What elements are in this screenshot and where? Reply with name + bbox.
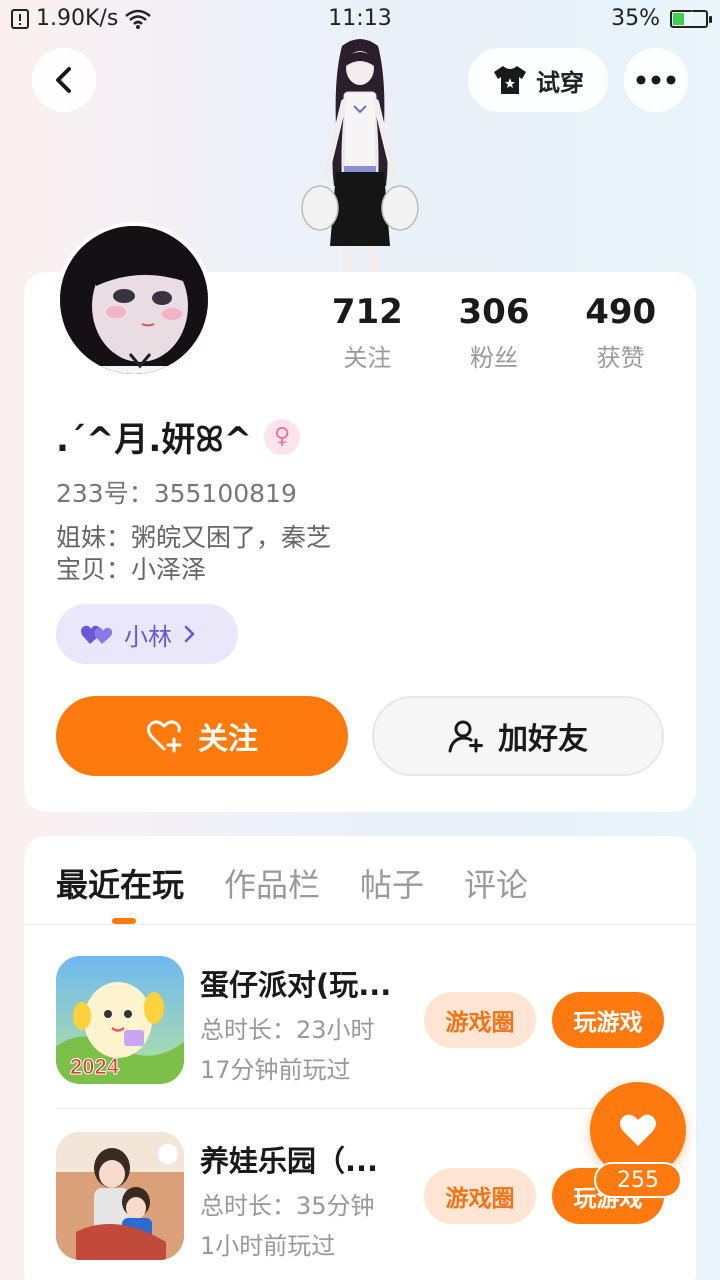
bio-line: 姐妹：粥皖又困了，秦芝 <box>56 523 332 552</box>
relationship-tag[interactable]: 小林 <box>56 604 238 664</box>
stat-label: 粉丝 <box>470 345 518 372</box>
chevron-right-icon <box>184 625 195 643</box>
follow-button[interactable]: 关注 <box>56 696 348 776</box>
user-name: .ˊ^月.妍ꕤ^ <box>56 420 253 460</box>
divider <box>56 1108 664 1109</box>
back-button[interactable] <box>32 48 96 112</box>
character-figure[interactable] <box>290 36 430 276</box>
double-heart-icon <box>81 625 113 644</box>
stat-value: 306 <box>458 292 530 332</box>
game-last-played: 17分钟前玩过 <box>200 1056 351 1084</box>
stat-following[interactable]: 712 关注 <box>304 292 431 373</box>
heart-icon <box>620 1114 656 1146</box>
try-on-label: 试穿 <box>536 68 584 97</box>
stat-likes[interactable]: 490 获赞 <box>557 292 684 373</box>
tag-label: 小林 <box>124 622 172 651</box>
tab-recently-played[interactable]: 最近在玩 <box>56 860 184 906</box>
status-bar: 1.90K/s 11:13 35% ⚡ <box>0 0 720 40</box>
more-dots-icon <box>636 75 676 85</box>
like-count: 255 <box>594 1162 682 1198</box>
tshirt-icon <box>494 66 526 94</box>
list-item[interactable]: 2024 蛋仔派对(玩... 总时长：23小时 17分钟前玩过 游戏圈 玩游戏 <box>56 956 664 1086</box>
more-button[interactable] <box>624 48 688 112</box>
content-card: 最近在玩 作品栏 帖子 评论 2024 蛋仔派对(玩... 总时长：23小时 1… <box>24 836 696 1280</box>
female-icon: ♀ <box>264 418 301 455</box>
game-circle-button[interactable]: 游戏圈 <box>424 992 536 1048</box>
name-row: .ˊ^月.妍ꕤ^ ♀ <box>56 412 301 461</box>
game-title[interactable]: 蛋仔派对(玩... <box>200 962 400 1004</box>
stats-row: 712 关注 306 粉丝 490 获赞 <box>304 292 684 373</box>
user-id[interactable]: 233号：355100819 <box>56 474 297 510</box>
play-game-button[interactable]: 玩游戏 <box>552 992 664 1048</box>
stat-label: 关注 <box>343 345 392 372</box>
game-icon[interactable] <box>56 1132 184 1260</box>
battery-icon: ⚡ <box>670 8 712 28</box>
game-icon-image <box>56 1132 184 1260</box>
game-icon-text: 2024 <box>70 1054 120 1079</box>
add-friend-button[interactable]: 加好友 <box>372 696 664 776</box>
game-icon-image: 2024 <box>56 956 184 1084</box>
game-title[interactable]: 养娃乐园（... <box>200 1138 400 1180</box>
stat-fans[interactable]: 306 粉丝 <box>431 292 558 373</box>
heart-plus-icon <box>147 720 182 753</box>
game-circle-button[interactable]: 游戏圈 <box>424 1168 536 1224</box>
stat-value: 712 <box>331 292 403 332</box>
stat-label: 获赞 <box>596 345 645 372</box>
game-duration: 总时长：23小时 <box>200 1016 375 1044</box>
tab-bar: 最近在玩 作品栏 帖子 评论 <box>56 860 528 906</box>
list-item[interactable]: 养娃乐园（... 总时长：35分钟 1小时前玩过 游戏圈 玩游戏 <box>56 1132 664 1262</box>
add-friend-label: 加好友 <box>498 722 588 757</box>
game-last-played: 1小时前玩过 <box>200 1232 336 1260</box>
tab-works[interactable]: 作品栏 <box>224 860 320 906</box>
follow-label: 关注 <box>198 722 258 757</box>
game-icon[interactable]: 2024 <box>56 956 184 1084</box>
chevron-left-icon <box>56 67 71 93</box>
charging-icon: ⚡ <box>684 8 694 25</box>
avatar-image <box>60 226 208 374</box>
tab-comments[interactable]: 评论 <box>464 860 528 906</box>
tab-posts[interactable]: 帖子 <box>360 860 424 906</box>
bio: 姐妹：粥皖又困了，秦芝 宝贝：小泽泽 <box>56 522 331 586</box>
try-on-button[interactable]: 试穿 <box>468 48 608 112</box>
stat-value: 490 <box>585 292 657 332</box>
battery-percent: 35% <box>611 6 660 31</box>
game-duration: 总时长：35分钟 <box>200 1192 375 1220</box>
divider <box>24 924 696 925</box>
bio-line: 宝贝：小泽泽 <box>56 555 207 584</box>
avatar[interactable] <box>56 222 212 378</box>
add-user-icon <box>448 720 483 753</box>
